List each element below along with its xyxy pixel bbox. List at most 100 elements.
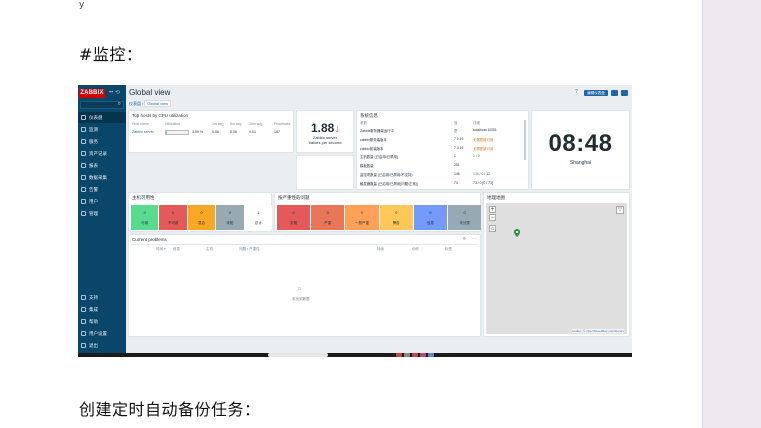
gear-icon	[81, 211, 86, 216]
nav-dashboard[interactable]: 仪表盘	[78, 112, 126, 123]
tile-count: 0	[228, 210, 231, 215]
avg1-value: 0.06	[212, 130, 219, 134]
sidebar-collapse-icons[interactable]: •• ⟲	[109, 89, 120, 96]
bell-icon	[81, 187, 86, 192]
tile-label: 未分类	[459, 221, 470, 225]
utilization-bar-fill	[166, 131, 167, 134]
nav-inventory[interactable]: 资产记录	[78, 148, 126, 159]
widget-title: 主机可用性	[132, 195, 155, 200]
severity-tile[interactable]: 1 总计	[244, 205, 272, 230]
nav-sign-out[interactable]: 退出	[78, 340, 126, 351]
utilization-bar	[165, 130, 189, 135]
nav-integrations[interactable]: 集成	[78, 304, 126, 315]
nav-user-settings[interactable]: 用户设置	[78, 328, 126, 339]
stat-value: 1.88↓	[311, 121, 341, 135]
sidebar-search-input[interactable]: ⌕	[80, 101, 124, 109]
clock-time: 08:48	[548, 130, 613, 157]
widget-system-info: 系统信息 参数 值 详细 Zabbix服务器端运行中 是 localhost:100…	[356, 110, 529, 190]
severity-tile[interactable]: 0 不可用	[159, 205, 187, 230]
severity-tile[interactable]: 0 信息	[413, 205, 447, 230]
nav-administration[interactable]: 管理	[78, 208, 126, 219]
help-icon	[81, 319, 86, 324]
col-host: 主机	[206, 247, 213, 251]
nav-support[interactable]: 支持	[78, 292, 126, 303]
severity-tile[interactable]: 0 可用	[131, 205, 159, 230]
col-time[interactable]: 时间 ▾	[156, 247, 166, 252]
widget-top-hosts: Top hosts by CPU utilization Host name U…	[128, 110, 294, 153]
nav-data-collection[interactable]: 数据采集	[78, 172, 126, 183]
map-canvas[interactable]: + − ⌂ ▽ Leaflet | © OpenStreetMap contri…	[486, 203, 627, 334]
divider	[131, 244, 478, 245]
sysinfo-param: 主机数量 (已启用/已禁用)	[360, 155, 399, 160]
nav-alerts[interactable]: 告警	[78, 184, 126, 195]
map-marker-icon[interactable]	[514, 229, 520, 237]
taskbar-strip	[78, 353, 632, 357]
help-icon[interactable]: ?	[575, 89, 578, 95]
tile-count: 1	[257, 210, 260, 215]
map-attribution[interactable]: Leaflet | © OpenStreetMap contributors	[571, 329, 624, 333]
breadcrumb: 仪表盘 / Global view	[129, 100, 172, 107]
severity-tile[interactable]: 0 未知	[216, 205, 244, 230]
heading-monitor: #监控：	[79, 45, 143, 64]
scrollbar[interactable]	[524, 120, 526, 160]
widget-title: 按严重性的问题	[278, 195, 310, 200]
widget-menu-icon[interactable]: ⋯	[472, 236, 476, 241]
breadcrumb-dashboards[interactable]: 仪表盘	[129, 101, 141, 106]
dashboard-icon	[81, 115, 86, 120]
fullscreen-button[interactable]	[621, 90, 628, 96]
sysinfo-details: 无需更新可用	[473, 137, 494, 142]
nav-monitoring[interactable]: 监测	[78, 124, 126, 135]
widget-settings-icon[interactable]: ⚙	[462, 236, 466, 241]
severity-tile[interactable]: 0 混合	[187, 205, 216, 230]
arrow-down-icon: ↓	[334, 121, 341, 135]
tile-count: 0	[171, 210, 175, 215]
sysinfo-value: 7.0.19	[454, 136, 464, 141]
tile-label: 未知	[226, 221, 234, 225]
no-data-label: 未找到数据	[292, 297, 310, 301]
sysinfo-details: 73 / 0 [0 / 73]	[473, 180, 493, 185]
widget-title: Top hosts by CPU utilization	[132, 113, 189, 118]
sysinfo-param: Zabbix服务器端运行中	[360, 129, 394, 133]
home-button[interactable]: ⌂	[489, 225, 496, 232]
host-link[interactable]: Zabbix server	[132, 130, 154, 134]
tile-label: 可用	[141, 221, 149, 225]
zabbix-logo[interactable]: ZABBIX	[79, 89, 105, 98]
sysinfo-value: 7.0.19	[454, 145, 464, 150]
breadcrumb-current[interactable]: Global view	[144, 100, 172, 107]
actions-menu-button[interactable]	[611, 90, 618, 96]
tile-label: 一般严重	[354, 221, 369, 225]
avg15-value: 0.01	[249, 130, 256, 134]
severity-tile[interactable]: 0 未分类	[448, 205, 482, 230]
sysinfo-value: 251	[454, 163, 460, 168]
severity-tile[interactable]: 0 严重	[311, 205, 345, 230]
sysinfo-param: 监控项数量 (已启用/已禁用/不支持)	[360, 173, 413, 177]
sidebar: ZABBIX •• ⟲ ⌕ 仪表盘 监测 服务 资产记录 报表 数据采集 告警 …	[78, 85, 126, 355]
nav-reports[interactable]: 报表	[78, 160, 126, 171]
nav-services[interactable]: 服务	[78, 136, 126, 147]
page-right-margin	[702, 0, 761, 428]
col-value: 值	[454, 121, 458, 125]
severity-tile[interactable]: 0 警告	[379, 205, 413, 230]
user-icon	[81, 199, 86, 204]
zoom-in-button[interactable]: +	[489, 206, 496, 213]
widget-empty	[296, 155, 354, 190]
tile-count: 0	[292, 210, 295, 215]
severity-tile[interactable]: 0 灾难	[277, 205, 311, 230]
tile-label: 警告	[392, 221, 400, 225]
sysinfo-details: 1 / 0	[473, 154, 480, 159]
stat-label: Values per second	[308, 140, 342, 145]
severity-tile[interactable]: 0 一般严重	[345, 205, 379, 230]
nav-users[interactable]: 用户	[78, 196, 126, 207]
sysinfo-value: 是	[454, 129, 458, 133]
widget-title: 地理地图	[487, 195, 505, 200]
col-1m: 1m avg	[212, 122, 224, 126]
sysinfo-param: 模板数量	[360, 164, 374, 169]
zoom-out-button[interactable]: −	[489, 214, 496, 221]
search-icon[interactable]: ⌕	[118, 101, 121, 108]
sysinfo-value: 1	[454, 154, 456, 159]
tile-count: 0	[143, 210, 146, 215]
nav-help[interactable]: 帮助	[78, 316, 126, 327]
edit-dashboard-button[interactable]: 编辑仪表盘	[584, 90, 608, 96]
sysinfo-param: zabbix前端版本	[360, 146, 384, 151]
filter-icon[interactable]: ▽	[616, 206, 624, 214]
